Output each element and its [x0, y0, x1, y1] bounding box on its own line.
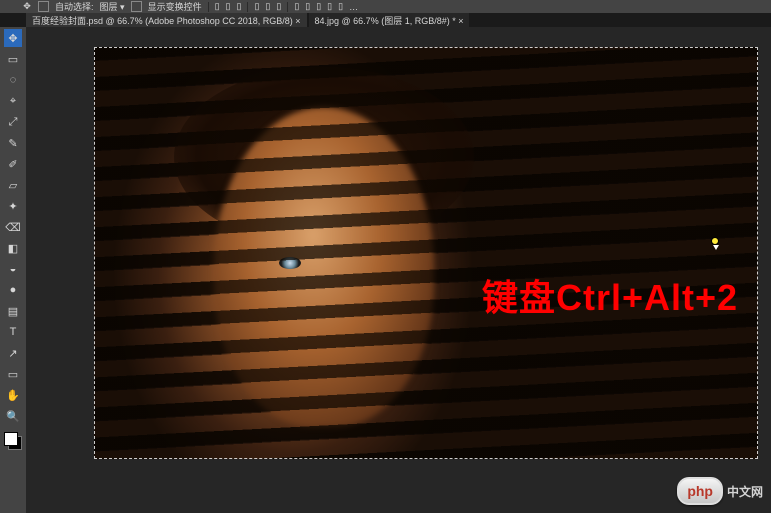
- marquee-tool-icon[interactable]: ▭: [4, 50, 22, 68]
- auto-select-checkbox[interactable]: [38, 1, 49, 12]
- eraser-tool-icon[interactable]: ⌫: [4, 218, 22, 236]
- dodge-tool-icon[interactable]: ●: [4, 281, 22, 299]
- tab-document-2[interactable]: 84.jpg @ 66.7% (图层 1, RGB/8#) * ×: [309, 13, 470, 28]
- align-icon[interactable]: ▯: [254, 1, 259, 12]
- align-icon[interactable]: ▯: [276, 1, 281, 12]
- separator: [287, 2, 288, 12]
- options-bar: ✥ 自动选择: 图层 ▾ 显示变换控件 ▯ ▯ ▯ ▯ ▯ ▯ ▯ ▯ ▯ ▯ …: [0, 0, 771, 13]
- path-tool-icon[interactable]: ↗: [4, 344, 22, 362]
- type-tool-icon[interactable]: T: [4, 323, 22, 341]
- transform-label: 显示变换控件: [148, 0, 202, 13]
- layer-dropdown[interactable]: 图层 ▾: [100, 0, 125, 13]
- auto-select-label: 自动选择:: [55, 0, 94, 13]
- document-tabs: 百度经验封面.psd @ 66.7% (Adobe Photoshop CC 2…: [26, 13, 469, 27]
- gradient-tool-icon[interactable]: ◧: [4, 239, 22, 257]
- align-icon[interactable]: ▯: [237, 1, 242, 12]
- document-canvas[interactable]: 键盘Ctrl+Alt+2: [94, 47, 758, 459]
- distribute-icon[interactable]: ▯: [338, 1, 343, 12]
- separator: [208, 2, 209, 12]
- tab-document-1[interactable]: 百度经验封面.psd @ 66.7% (Adobe Photoshop CC 2…: [26, 13, 307, 28]
- lasso-tool-icon[interactable]: ◌: [4, 71, 22, 89]
- foreground-color-swatch[interactable]: [4, 432, 18, 446]
- blur-tool-icon[interactable]: ◒: [4, 260, 22, 278]
- transform-checkbox[interactable]: [131, 1, 142, 12]
- pen-tool-icon[interactable]: ▤: [4, 302, 22, 320]
- distribute-icon[interactable]: ▯: [305, 1, 310, 12]
- color-swatches[interactable]: [4, 432, 22, 450]
- align-icon[interactable]: ▯: [265, 1, 270, 12]
- watermark-badge: php: [677, 477, 723, 505]
- distribute-icon[interactable]: ▯: [327, 1, 332, 12]
- distribute-icon[interactable]: ▯: [294, 1, 299, 12]
- watermark-text: 中文网: [727, 483, 763, 500]
- zoom-tool-icon[interactable]: 🔍: [4, 407, 22, 425]
- move-tool-icon: ✥: [22, 2, 32, 12]
- distribute-icon[interactable]: ▯: [316, 1, 321, 12]
- tab-label: 84.jpg @ 66.7% (图层 1, RGB/8#) * ×: [315, 14, 464, 27]
- annotation-text: 键盘Ctrl+Alt+2: [482, 269, 738, 321]
- watermark: php 中文网: [677, 477, 763, 505]
- align-icon[interactable]: ▯: [215, 1, 220, 12]
- stamp-tool-icon[interactable]: ✦: [4, 197, 22, 215]
- eyedropper-tool-icon[interactable]: ✎: [4, 134, 22, 152]
- hand-tool-icon[interactable]: ✋: [4, 386, 22, 404]
- tab-label: 百度经验封面.psd @ 66.7% (Adobe Photoshop CC 2…: [32, 14, 301, 27]
- crop-tool-icon[interactable]: ⤢: [4, 113, 22, 131]
- separator: [247, 2, 248, 12]
- healing-tool-icon[interactable]: ✐: [4, 155, 22, 173]
- brush-tool-icon[interactable]: ▱: [4, 176, 22, 194]
- more-icon[interactable]: …: [349, 2, 358, 12]
- toolbox: ✥ ▭ ◌ ⌖ ⤢ ✎ ✐ ▱ ✦ ⌫ ◧ ◒ ● ▤ T ↗ ▭ ✋ 🔍: [0, 27, 26, 513]
- canvas-area: 键盘Ctrl+Alt+2: [26, 27, 771, 513]
- align-icon[interactable]: ▯: [226, 1, 231, 12]
- shape-tool-icon[interactable]: ▭: [4, 365, 22, 383]
- photo-shadow-stripes: [94, 47, 758, 459]
- move-tool-icon[interactable]: ✥: [4, 29, 22, 47]
- quick-select-tool-icon[interactable]: ⌖: [4, 92, 22, 110]
- cursor-icon: [708, 237, 720, 249]
